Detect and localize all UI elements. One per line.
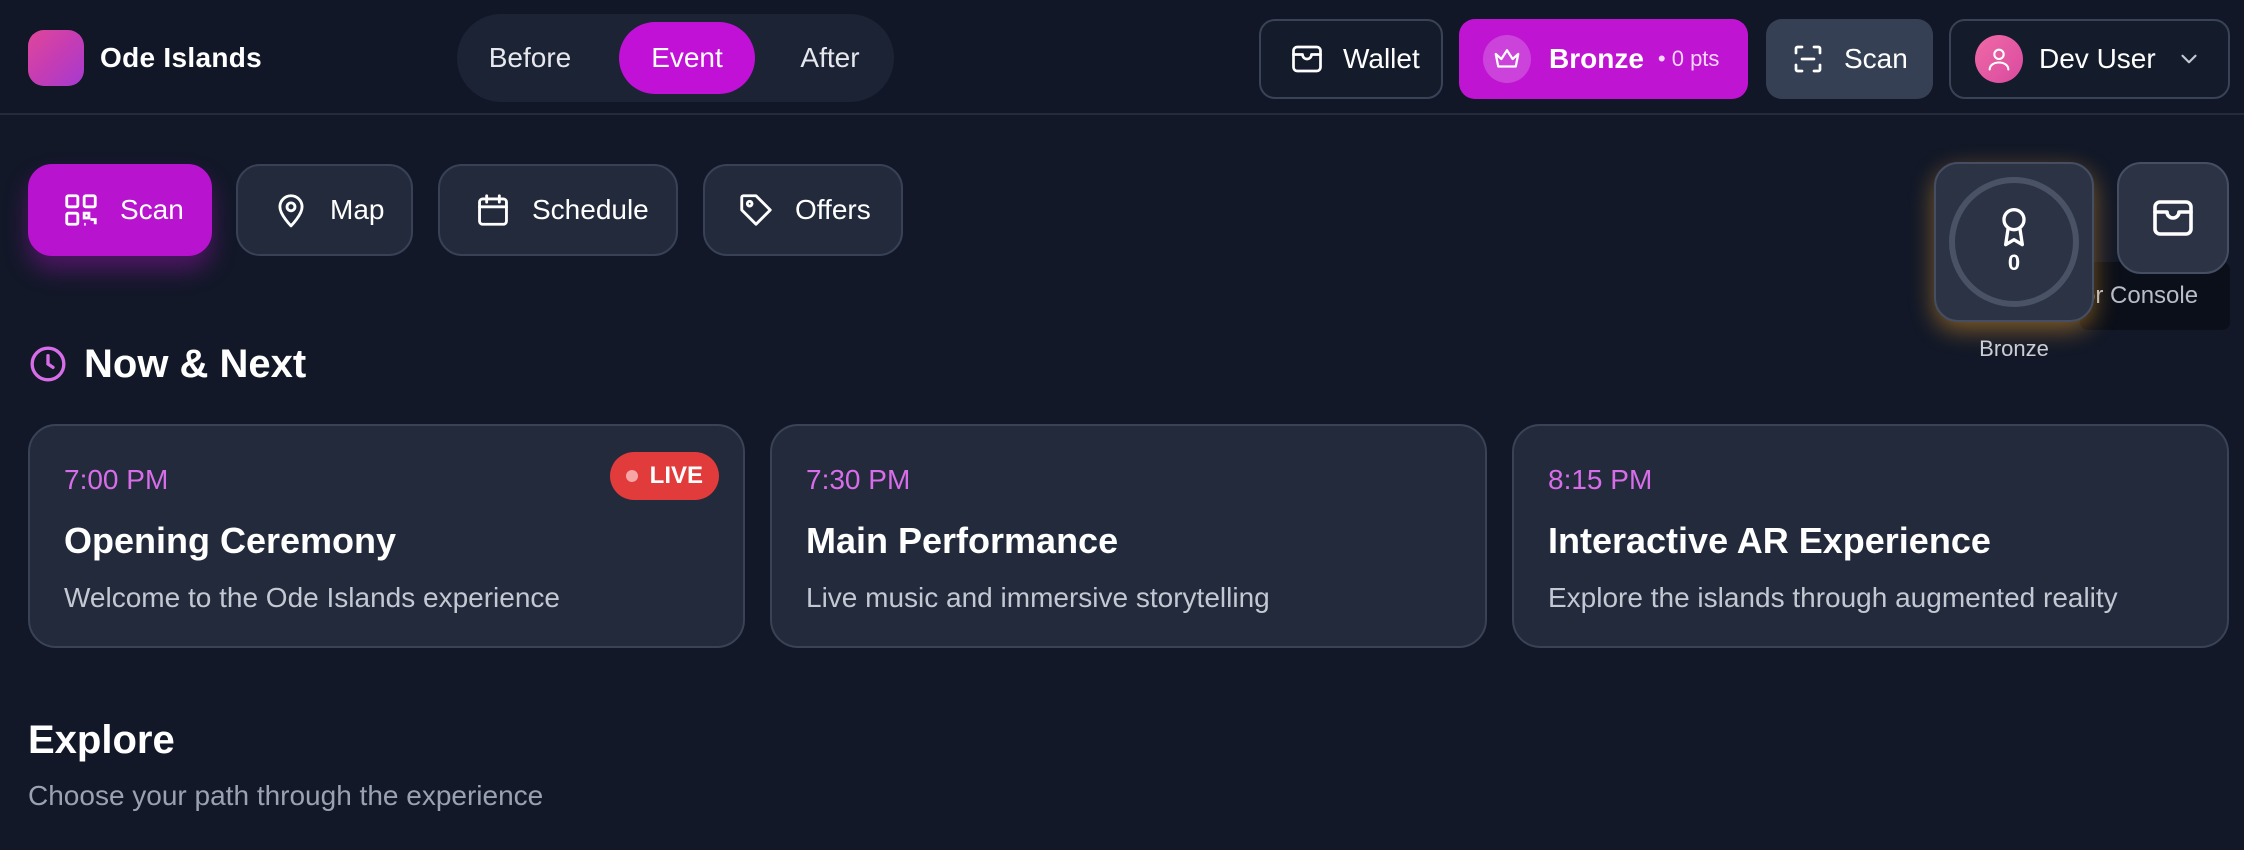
tier-points: • 0 pts	[1657, 46, 1720, 71]
event-card[interactable]: 7:00 PM LIVE Opening Ceremony Welcome to…	[28, 424, 745, 648]
live-label: LIVE	[649, 462, 703, 489]
calendar-icon	[478, 194, 508, 226]
event-time: 7:30 PM	[806, 464, 911, 495]
brand-logo[interactable]	[28, 30, 84, 86]
avatar	[1975, 35, 2023, 83]
now-next-title: Now & Next	[84, 342, 307, 386]
wallet-icon	[1292, 45, 1322, 73]
header-scan-label: Scan	[1844, 43, 1908, 74]
map-pin-icon	[278, 194, 304, 228]
wallet-button[interactable]: Wallet	[1259, 19, 1443, 99]
badge-count: 0	[2007, 250, 2021, 275]
event-card[interactable]: 7:30 PM Main Performance Live music and …	[770, 424, 1487, 648]
user-name: Dev User	[2039, 43, 2156, 74]
scan-frame-icon	[1794, 45, 1822, 73]
live-badge: LIVE	[609, 452, 719, 500]
tag-icon	[740, 194, 772, 226]
qr-code-icon	[65, 194, 97, 226]
scan-action-button[interactable]: Scan	[28, 164, 212, 256]
tab-after[interactable]: After	[775, 22, 885, 94]
event-title: Opening Ceremony	[64, 520, 397, 561]
header-scan-button[interactable]: Scan	[1766, 19, 1933, 99]
tab-event[interactable]: Event	[619, 22, 755, 94]
offers-action-button[interactable]: Offers	[703, 164, 903, 256]
top-bar: Ode Islands Before Event After Wallet Br…	[0, 0, 2244, 115]
console-label: or Console	[2082, 282, 2199, 309]
clock-icon	[30, 346, 66, 382]
wallet-icon	[2153, 200, 2193, 236]
event-title: Main Performance	[806, 520, 1119, 561]
floating-wallet-button[interactable]	[2117, 162, 2229, 274]
app-root: Ode Islands Before Event After Wallet Br…	[0, 0, 2244, 850]
event-time: 7:00 PM	[64, 464, 169, 495]
scan-action-label: Scan	[120, 194, 184, 225]
brand-name: Ode Islands	[100, 42, 263, 73]
live-dot	[625, 470, 638, 482]
tier-label: Bronze	[1549, 43, 1644, 74]
phase-switcher: Before Event After	[457, 14, 894, 102]
chevron-down-icon	[2181, 54, 2197, 64]
tab-before[interactable]: Before	[465, 22, 595, 94]
event-description: Explore the islands through augmented re…	[1548, 582, 2118, 613]
explore-title: Explore	[28, 718, 175, 762]
wallet-label: Wallet	[1343, 43, 1420, 74]
tier-badge-widget[interactable]: 0	[1934, 162, 2094, 322]
event-time: 8:15 PM	[1548, 464, 1653, 495]
award-icon	[2002, 208, 2026, 247]
event-card[interactable]: 8:15 PM Interactive AR Experience Explor…	[1512, 424, 2229, 648]
explore-subtitle: Choose your path through the experience	[28, 780, 544, 811]
offers-action-label: Offers	[795, 194, 871, 225]
event-title: Interactive AR Experience	[1548, 520, 1991, 561]
user-icon	[1988, 48, 2010, 71]
crown-icon	[1483, 35, 1531, 83]
map-action-label: Map	[330, 194, 385, 225]
tier-button[interactable]: Bronze • 0 pts	[1459, 19, 1748, 99]
map-action-button[interactable]: Map	[236, 164, 413, 256]
user-menu[interactable]: Dev User	[1949, 19, 2230, 99]
event-description: Live music and immersive storytelling	[806, 582, 1270, 613]
badge-caption: Bronze	[1979, 336, 2049, 361]
event-description: Welcome to the Ode Islands experience	[64, 582, 560, 613]
schedule-action-label: Schedule	[532, 194, 649, 225]
schedule-action-button[interactable]: Schedule	[438, 164, 678, 256]
